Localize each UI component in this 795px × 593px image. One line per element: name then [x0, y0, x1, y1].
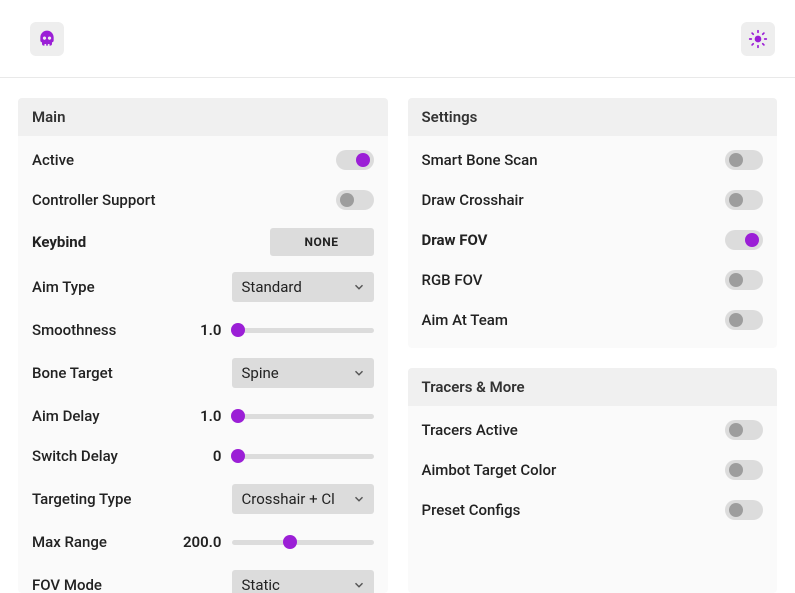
switch-delay-label: Switch Delay	[32, 447, 118, 465]
bone-target-value: Spine	[242, 364, 279, 382]
preset-label: Preset Configs	[422, 501, 521, 519]
targeting-type-value: Crosshair + Cl	[242, 490, 335, 508]
aim-team-toggle[interactable]	[725, 310, 763, 330]
row-switch-delay: Switch Delay 0	[18, 436, 388, 476]
draw-fov-label: Draw FOV	[422, 231, 488, 249]
max-range-value: 200.0	[183, 533, 222, 551]
skull-icon	[37, 29, 57, 49]
chevron-down-icon	[352, 280, 366, 294]
chevron-down-icon	[352, 366, 366, 380]
draw-crosshair-label: Draw Crosshair	[422, 191, 524, 209]
preset-toggle[interactable]	[725, 500, 763, 520]
row-fov-mode: FOV Mode Static	[18, 562, 388, 593]
settings-panel: Settings Smart Bone Scan Draw Crosshair …	[408, 98, 778, 348]
smoothness-slider[interactable]	[232, 322, 374, 338]
row-aim-type: Aim Type Standard	[18, 264, 388, 310]
main-panel: Main Active Controller Support Keybind N…	[18, 98, 388, 593]
keybind-label: Keybind	[32, 233, 86, 251]
row-smoothness: Smoothness 1.0	[18, 310, 388, 350]
rgb-fov-label: RGB FOV	[422, 271, 483, 289]
row-aim-team: Aim At Team	[408, 300, 778, 340]
aim-team-label: Aim At Team	[422, 311, 508, 329]
max-range-label: Max Range	[32, 533, 107, 551]
theme-toggle-button[interactable]	[741, 22, 775, 56]
main-panel-body: Active Controller Support Keybind NONE A…	[18, 136, 388, 593]
content-area: Main Active Controller Support Keybind N…	[0, 78, 795, 593]
row-bone-target: Bone Target Spine	[18, 350, 388, 396]
row-draw-crosshair: Draw Crosshair	[408, 180, 778, 220]
row-aimbot-color: Aimbot Target Color	[408, 450, 778, 490]
row-preset-configs: Preset Configs	[408, 490, 778, 530]
row-draw-fov: Draw FOV	[408, 220, 778, 260]
active-toggle[interactable]	[336, 150, 374, 170]
controller-toggle[interactable]	[336, 190, 374, 210]
switch-delay-value: 0	[196, 447, 222, 465]
aim-delay-slider[interactable]	[232, 408, 374, 424]
row-tracers-active: Tracers Active	[408, 410, 778, 450]
row-rgb-fov: RGB FOV	[408, 260, 778, 300]
draw-fov-toggle[interactable]	[725, 230, 763, 250]
aim-type-value: Standard	[242, 278, 302, 296]
smoothness-label: Smoothness	[32, 321, 116, 339]
row-targeting-type: Targeting Type Crosshair + Cl	[18, 476, 388, 522]
topbar	[0, 0, 795, 78]
settings-panel-title: Settings	[408, 98, 778, 136]
row-smart-bone: Smart Bone Scan	[408, 140, 778, 180]
targeting-type-label: Targeting Type	[32, 490, 131, 508]
left-column: Main Active Controller Support Keybind N…	[18, 98, 388, 593]
aim-type-label: Aim Type	[32, 278, 95, 296]
tracers-panel: Tracers & More Tracers Active Aimbot Tar…	[408, 368, 778, 593]
max-range-slider[interactable]	[232, 534, 374, 550]
smart-bone-toggle[interactable]	[725, 150, 763, 170]
app-logo-button[interactable]	[30, 22, 64, 56]
right-column: Settings Smart Bone Scan Draw Crosshair …	[408, 98, 778, 593]
keybind-button[interactable]: NONE	[270, 228, 374, 256]
fov-mode-label: FOV Mode	[32, 576, 102, 593]
fov-mode-select[interactable]: Static	[232, 570, 374, 593]
main-panel-title: Main	[18, 98, 388, 136]
tracers-panel-title: Tracers & More	[408, 368, 778, 406]
switch-delay-slider[interactable]	[232, 448, 374, 464]
active-label: Active	[32, 151, 74, 169]
aim-delay-label: Aim Delay	[32, 407, 100, 425]
bone-target-select[interactable]: Spine	[232, 358, 374, 388]
brightness-icon	[748, 29, 768, 49]
chevron-down-icon	[352, 578, 366, 592]
chevron-down-icon	[352, 492, 366, 506]
draw-crosshair-toggle[interactable]	[725, 190, 763, 210]
tracers-active-label: Tracers Active	[422, 421, 518, 439]
row-aim-delay: Aim Delay 1.0	[18, 396, 388, 436]
aimbot-color-label: Aimbot Target Color	[422, 461, 557, 479]
tracers-active-toggle[interactable]	[725, 420, 763, 440]
rgb-fov-toggle[interactable]	[725, 270, 763, 290]
controller-label: Controller Support	[32, 191, 155, 209]
row-controller: Controller Support	[18, 180, 388, 220]
smoothness-value: 1.0	[196, 321, 222, 339]
targeting-type-select[interactable]: Crosshair + Cl	[232, 484, 374, 514]
aim-type-select[interactable]: Standard	[232, 272, 374, 302]
row-active: Active	[18, 140, 388, 180]
row-keybind: Keybind NONE	[18, 220, 388, 264]
aim-delay-value: 1.0	[196, 407, 222, 425]
row-max-range: Max Range 200.0	[18, 522, 388, 562]
aimbot-color-toggle[interactable]	[725, 460, 763, 480]
smart-bone-label: Smart Bone Scan	[422, 151, 538, 169]
bone-target-label: Bone Target	[32, 364, 113, 382]
keybind-value: NONE	[305, 235, 339, 249]
fov-mode-value: Static	[242, 576, 280, 593]
